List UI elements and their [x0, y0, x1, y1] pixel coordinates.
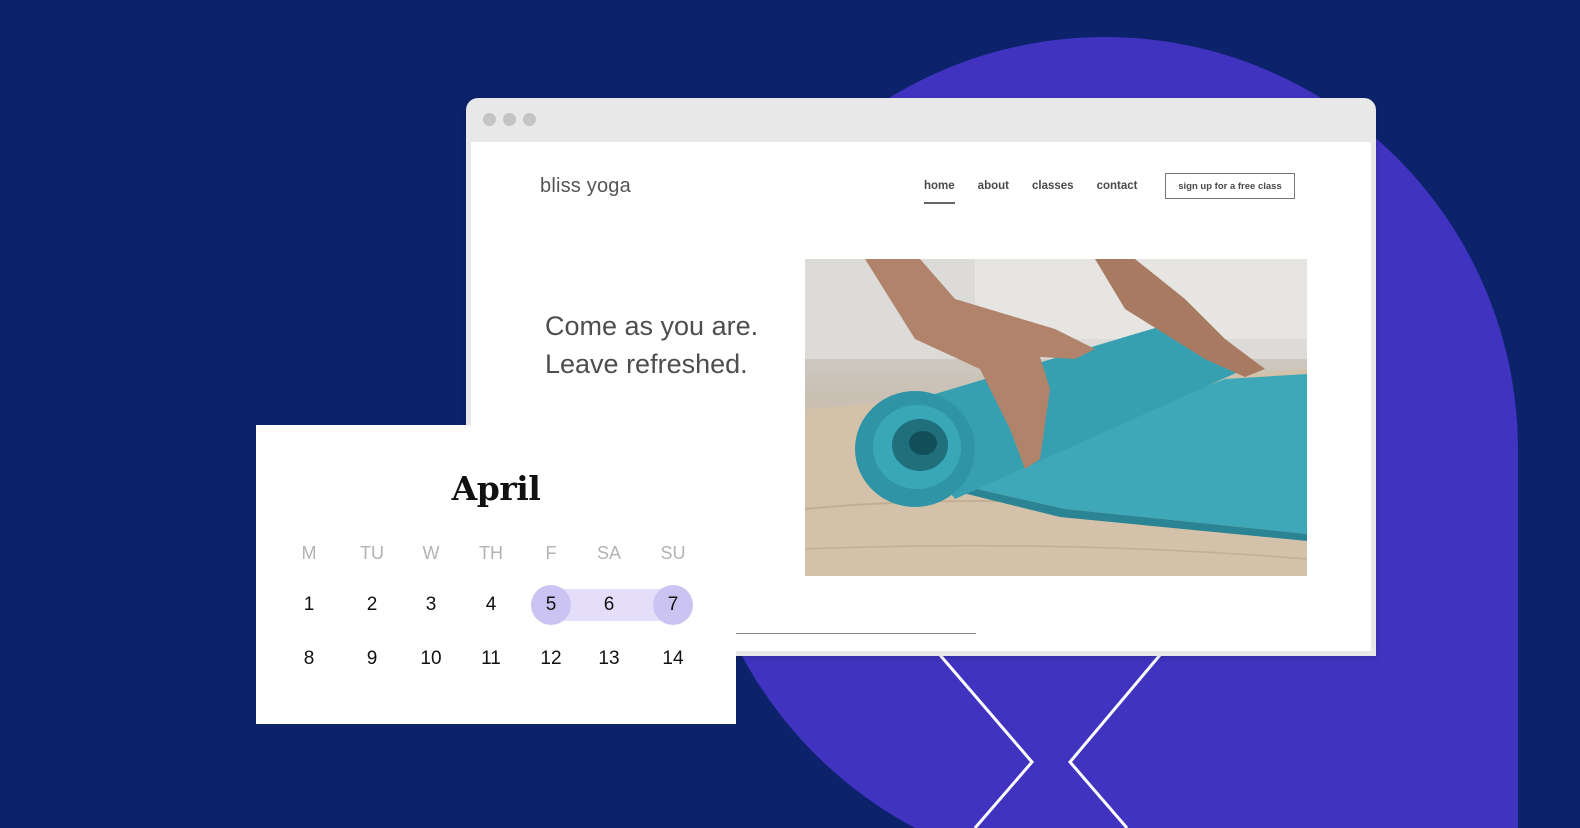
calendar-day[interactable]: 3	[411, 585, 451, 625]
headline-line-1: Come as you are.	[545, 311, 759, 341]
hero-headline: Come as you are. Leave refreshed.	[545, 307, 758, 383]
calendar-day[interactable]: 1	[289, 585, 329, 625]
weekday-header: M	[301, 542, 317, 563]
hero-image	[805, 259, 1307, 576]
calendar-day[interactable]: 6	[589, 585, 629, 625]
divider-line	[731, 633, 976, 634]
calendar-day[interactable]: 12	[531, 639, 571, 679]
calendar-day[interactable]: 11	[471, 639, 511, 679]
calendar-day[interactable]: 8	[289, 639, 329, 679]
weekday-header: W	[422, 542, 440, 563]
weekday-header: F	[545, 542, 557, 563]
window-maximize-dot[interactable]	[523, 113, 536, 126]
site-logo[interactable]: bliss yoga	[540, 175, 631, 198]
nav-contact[interactable]: contact	[1097, 180, 1138, 192]
calendar-day[interactable]: 2	[352, 585, 392, 625]
calendar-day[interactable]: 14	[653, 639, 693, 679]
calendar-day[interactable]: 9	[352, 639, 392, 679]
nav-classes[interactable]: classes	[1032, 180, 1074, 192]
calendar-day-selected[interactable]: 7	[653, 585, 693, 625]
weekday-header: TH	[479, 542, 503, 563]
nav-home[interactable]: home	[924, 180, 955, 204]
calendar-day[interactable]: 13	[589, 639, 629, 679]
calendar-card: April M TU W TH F SA SU 1 2 3 4 5 6 7 8 9 10 11 12 13 14	[256, 425, 736, 724]
weekday-header: SU	[660, 542, 686, 563]
headline-line-2: Leave refreshed.	[545, 349, 748, 379]
calendar-month-title: April	[451, 469, 541, 508]
browser-titlebar	[466, 98, 1376, 142]
calendar-day[interactable]: 10	[411, 639, 451, 679]
yoga-mat-illustration	[805, 259, 1307, 576]
site-nav: home about classes contact	[924, 180, 1160, 204]
weekday-header: TU	[360, 542, 384, 563]
window-close-dot[interactable]	[483, 113, 496, 126]
window-minimize-dot[interactable]	[503, 113, 516, 126]
free-class-signup-button[interactable]: sign up for a free class	[1165, 173, 1295, 199]
calendar-day-selected[interactable]: 5	[531, 585, 571, 625]
calendar-day[interactable]: 4	[471, 585, 511, 625]
weekday-header: SA	[596, 542, 621, 563]
nav-about[interactable]: about	[978, 180, 1009, 192]
